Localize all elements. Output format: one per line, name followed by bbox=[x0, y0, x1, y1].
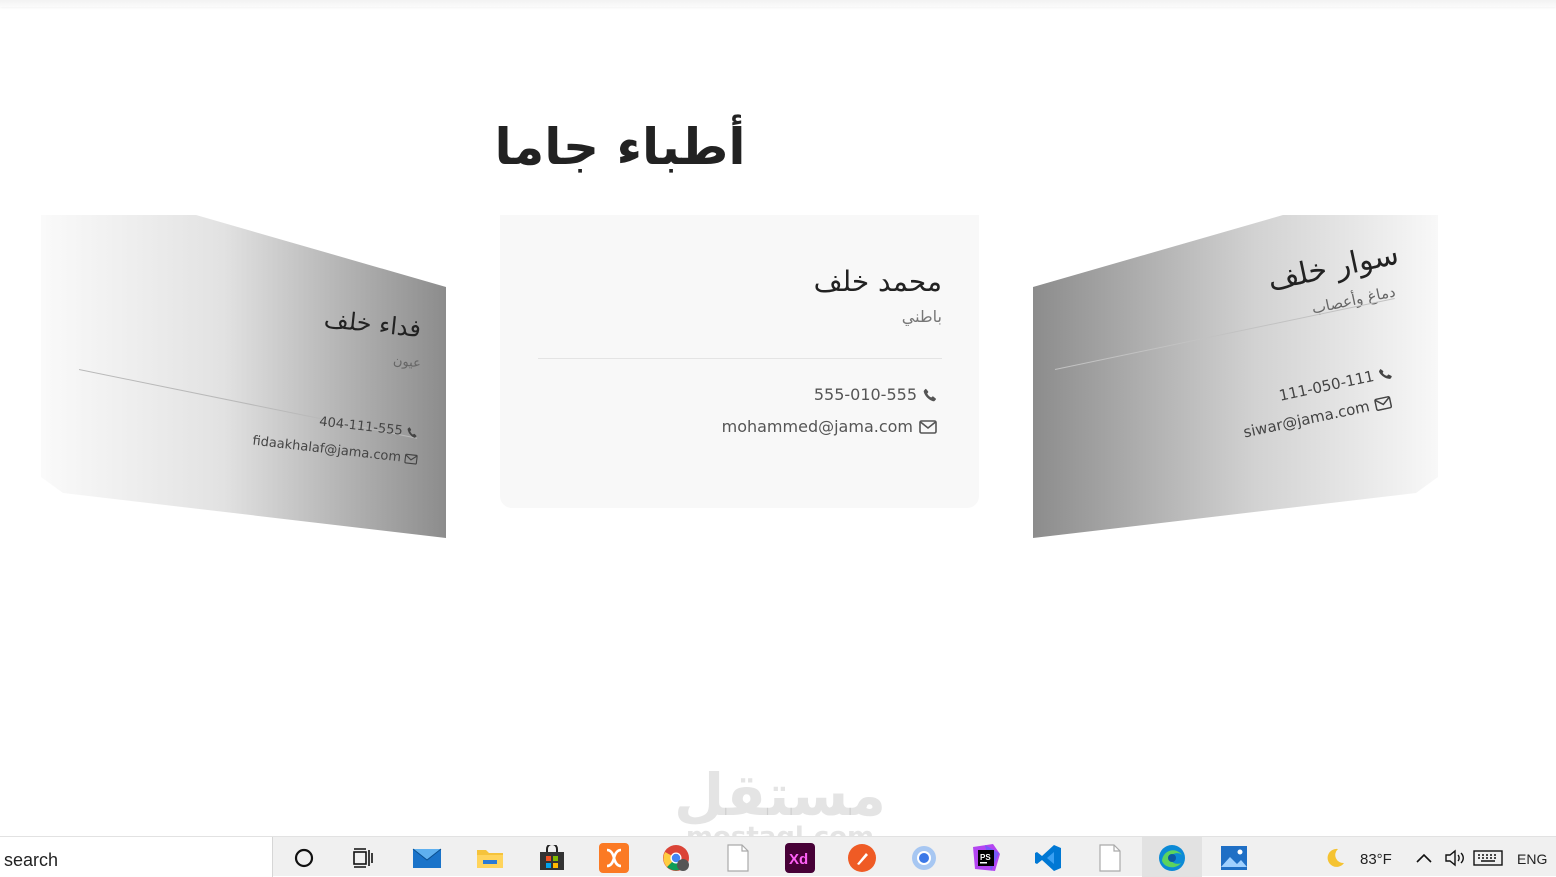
doctor-phone-row: 404-111-555 bbox=[319, 414, 419, 440]
doctor-specialty: عيون bbox=[392, 353, 422, 372]
card-divider bbox=[538, 358, 942, 359]
photos-icon[interactable] bbox=[1219, 845, 1249, 871]
chromium-icon[interactable] bbox=[909, 845, 939, 871]
card-divider bbox=[1054, 298, 1395, 370]
doctors-section: أطباء جاما فداء خلف عيون 404-111-555 fid… bbox=[0, 0, 1556, 836]
taskbar-search-box[interactable]: search bbox=[0, 837, 273, 877]
doctor-phone: 404-111-555 bbox=[318, 414, 404, 439]
volume-icon[interactable] bbox=[1440, 845, 1470, 871]
keyboard-icon[interactable] bbox=[1473, 845, 1503, 871]
weather-moon-icon[interactable] bbox=[1320, 845, 1350, 871]
phone-icon bbox=[923, 388, 937, 402]
svg-text:Xd: Xd bbox=[789, 851, 808, 868]
phpstorm-icon[interactable]: PS bbox=[971, 844, 1001, 871]
doctor-email-row[interactable]: mohammed@jama.com bbox=[722, 417, 937, 436]
taskbar: search Xd PS 83°F ENG bbox=[0, 836, 1556, 877]
task-view-icon[interactable] bbox=[349, 845, 379, 871]
doctor-card-right[interactable]: سوار خلف دماغ وأعصاب 111-050-111 siwar@j… bbox=[1033, 215, 1438, 538]
doctor-email-row[interactable]: fidaakhalaf@jama.com bbox=[251, 434, 418, 468]
adobe-xd-icon[interactable]: Xd bbox=[785, 843, 815, 873]
blank-file-icon[interactable] bbox=[1095, 844, 1125, 872]
envelope-icon bbox=[1373, 395, 1392, 411]
vscode-icon[interactable] bbox=[1033, 845, 1063, 871]
chevron-up-icon[interactable] bbox=[1409, 845, 1439, 871]
svg-text:PS: PS bbox=[980, 853, 991, 862]
doctor-email-row[interactable]: siwar@jama.com bbox=[1242, 393, 1393, 441]
doctor-email[interactable]: siwar@jama.com bbox=[1242, 397, 1372, 441]
chrome-icon[interactable] bbox=[661, 845, 691, 871]
doctor-phone-row: 555-010-555 bbox=[814, 385, 937, 404]
envelope-icon bbox=[919, 419, 937, 434]
phone-icon bbox=[1378, 366, 1393, 381]
doctor-phone: 555-010-555 bbox=[813, 385, 917, 404]
postman-icon[interactable] bbox=[847, 844, 877, 872]
doctor-name: محمد خلف bbox=[813, 265, 942, 298]
taskbar-search-label: search bbox=[4, 850, 59, 870]
file-explorer-icon[interactable] bbox=[475, 845, 505, 871]
doctor-email[interactable]: fidaakhalaf@jama.com bbox=[251, 434, 401, 466]
doctor-email[interactable]: mohammed@jama.com bbox=[722, 417, 913, 436]
blank-file-icon[interactable] bbox=[723, 844, 753, 872]
mail-icon[interactable] bbox=[412, 845, 442, 871]
doctor-name: فداء خلف bbox=[322, 304, 423, 344]
weather-temperature[interactable]: 83°F bbox=[1360, 851, 1392, 868]
page-title: أطباء جاما bbox=[494, 118, 746, 176]
phone-icon bbox=[406, 426, 418, 438]
store-icon[interactable] bbox=[537, 845, 567, 871]
input-language[interactable]: ENG bbox=[1517, 851, 1547, 867]
doctor-card-left[interactable]: فداء خلف عيون 404-111-555 fidaakhalaf@ja… bbox=[41, 215, 446, 538]
doctor-card-center[interactable]: محمد خلف باطني 555-010-555 mohammed@jama… bbox=[500, 215, 979, 508]
xampp-icon[interactable] bbox=[599, 843, 629, 873]
watermark-arabic: مستقل bbox=[673, 761, 887, 829]
edge-icon[interactable] bbox=[1157, 845, 1187, 871]
cortana-icon[interactable] bbox=[289, 845, 319, 871]
doctor-specialty: باطني bbox=[901, 307, 942, 326]
envelope-icon bbox=[404, 453, 418, 465]
